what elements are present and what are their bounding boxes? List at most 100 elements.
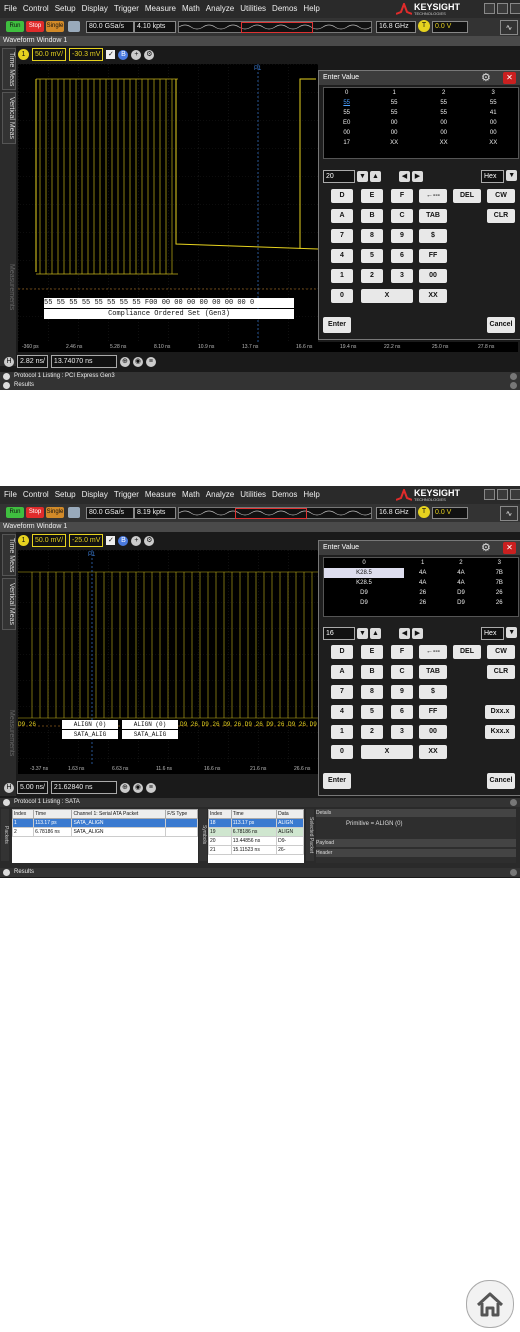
- trigger-icon[interactable]: T: [418, 506, 430, 518]
- table-cell[interactable]: 00: [419, 118, 469, 128]
- enter-button[interactable]: Enter: [323, 773, 351, 789]
- close-icon[interactable]: [510, 799, 517, 806]
- table-cell[interactable]: 55: [369, 98, 419, 108]
- ff-button[interactable]: FF: [419, 705, 447, 719]
- key-7[interactable]: 7: [331, 229, 353, 243]
- home-button[interactable]: [466, 1280, 514, 1328]
- trigger-level[interactable]: 0.0 V: [432, 21, 468, 33]
- table-cell[interactable]: K28.5: [324, 568, 404, 578]
- menu-utilities[interactable]: Utilities: [240, 0, 266, 18]
- marker-p1[interactable]: P1: [254, 66, 261, 72]
- zoom-icon[interactable]: ⊕: [119, 782, 130, 793]
- arrow-left-icon[interactable]: ◀: [399, 628, 410, 639]
- arrow-right-icon[interactable]: ▶: [412, 628, 423, 639]
- table-cell[interactable]: 00: [468, 118, 518, 128]
- table-cell[interactable]: E0: [324, 118, 369, 128]
- table-cell[interactable]: 00: [419, 128, 469, 138]
- table-cell[interactable]: 26: [404, 588, 441, 598]
- table-cell[interactable]: 19: [208, 827, 232, 837]
- channel-1-icon[interactable]: 1: [18, 535, 29, 546]
- menu-control[interactable]: Control: [23, 486, 49, 504]
- cw-button[interactable]: CW: [487, 189, 515, 203]
- decode-symbol-left[interactable]: ALIGN (0): [62, 720, 118, 729]
- table-cell[interactable]: 18: [208, 818, 232, 828]
- del-button[interactable]: DEL: [453, 189, 481, 203]
- base-select[interactable]: Hex ▼: [481, 170, 517, 183]
- menu-trigger[interactable]: Trigger: [114, 0, 139, 18]
- close-icon[interactable]: ✕: [503, 542, 516, 554]
- xx-button[interactable]: XX: [419, 745, 447, 759]
- symbols-table[interactable]: Index Time Data 18 113.17 ps ALIGN 19 6.78186…: [208, 809, 304, 863]
- key-a[interactable]: A: [331, 665, 353, 679]
- tab-vertical-meas[interactable]: Vertical Meas: [2, 578, 16, 630]
- close-icon[interactable]: [510, 3, 520, 14]
- base-select[interactable]: Hex ▼: [481, 627, 517, 640]
- dxx-button[interactable]: Dxx.x: [485, 705, 515, 719]
- run-button[interactable]: Run: [6, 507, 24, 518]
- column-header[interactable]: Index: [11, 809, 35, 819]
- table-cell[interactable]: 26: [481, 598, 518, 608]
- column-header[interactable]: F/S Type: [165, 809, 198, 819]
- waveform-overview[interactable]: [178, 507, 372, 519]
- tab-measurements[interactable]: Measurements: [2, 692, 16, 774]
- chevron-down-icon[interactable]: ▼: [357, 628, 368, 639]
- marker-icon[interactable]: ◉: [132, 356, 143, 367]
- overview-window[interactable]: [235, 508, 307, 519]
- table-cell[interactable]: 1: [11, 818, 35, 828]
- table-cell[interactable]: 00: [369, 128, 419, 138]
- table-cell[interactable]: 113.17 ps: [230, 818, 278, 828]
- table-cell[interactable]: 55: [419, 98, 469, 108]
- arrow-right-icon[interactable]: ▶: [412, 171, 423, 182]
- memory-depth[interactable]: 8.19 kpts: [134, 507, 176, 519]
- key-e[interactable]: E: [361, 645, 383, 659]
- table-cell[interactable]: 26-: [276, 845, 304, 855]
- table-cell[interactable]: 55: [324, 98, 369, 108]
- memory-depth[interactable]: 4.10 kpts: [134, 21, 176, 33]
- gear-icon[interactable]: ⚙: [481, 542, 493, 554]
- value-input[interactable]: 20: [323, 170, 355, 183]
- tab-measurements[interactable]: Measurements: [2, 246, 16, 328]
- key-d[interactable]: D: [331, 189, 353, 203]
- table-cell[interactable]: 2: [11, 827, 35, 837]
- table-cell[interactable]: 55: [324, 108, 369, 118]
- menu-display[interactable]: Display: [82, 0, 108, 18]
- key-d[interactable]: D: [331, 645, 353, 659]
- payload-header[interactable]: Payload: [316, 839, 516, 847]
- table-cell[interactable]: 55: [369, 108, 419, 118]
- chevron-up-icon[interactable]: ▲: [370, 628, 381, 639]
- table-cell[interactable]: 00: [369, 118, 419, 128]
- decode-symbols[interactable]: 55 55 55 55 55 55 55 55 F00 00 00 00 00 …: [44, 298, 294, 308]
- decode-symbol-right[interactable]: ALIGN (0): [122, 720, 178, 729]
- table-cell[interactable]: 41: [468, 108, 518, 118]
- table-cell[interactable]: 6.78186 ns: [230, 827, 278, 837]
- chevron-down-icon[interactable]: ▼: [506, 627, 517, 638]
- table-cell[interactable]: D9: [324, 588, 404, 598]
- menu-math[interactable]: Math: [182, 486, 200, 504]
- key-3[interactable]: 3: [391, 269, 413, 283]
- table-cell[interactable]: D9: [441, 598, 480, 608]
- clr-button[interactable]: CLR: [487, 665, 515, 679]
- menu-icon[interactable]: ≡: [145, 356, 156, 367]
- table-cell[interactable]: 26: [481, 588, 518, 598]
- table-cell[interactable]: 4A: [441, 568, 480, 578]
- tab-button[interactable]: TAB: [419, 209, 447, 223]
- autoscale-icon[interactable]: [68, 21, 80, 32]
- table-cell[interactable]: SATA_ALIGN: [71, 827, 167, 837]
- value-input[interactable]: 16: [323, 627, 355, 640]
- menu-measure[interactable]: Measure: [145, 0, 176, 18]
- channel-scale[interactable]: 50.0 mV/: [32, 48, 67, 61]
- menu-help[interactable]: Help: [303, 0, 319, 18]
- horizontal-scale[interactable]: 5.00 ns/: [17, 781, 48, 794]
- table-cell[interactable]: XX: [468, 138, 518, 148]
- bandwidth[interactable]: 16.8 GHz: [376, 507, 416, 519]
- table-cell[interactable]: 113.17 ps: [33, 818, 73, 828]
- key-0[interactable]: 0: [331, 289, 353, 303]
- chevron-down-icon[interactable]: ▼: [357, 171, 368, 182]
- key-2[interactable]: 2: [361, 725, 383, 739]
- gear-icon[interactable]: ⚙: [481, 72, 493, 84]
- chevron-up-icon[interactable]: ▲: [370, 171, 381, 182]
- key-9[interactable]: 9: [391, 685, 413, 699]
- table-cell[interactable]: 7B: [481, 568, 518, 578]
- table-cell[interactable]: [165, 827, 198, 837]
- header-section[interactable]: Header: [316, 849, 516, 857]
